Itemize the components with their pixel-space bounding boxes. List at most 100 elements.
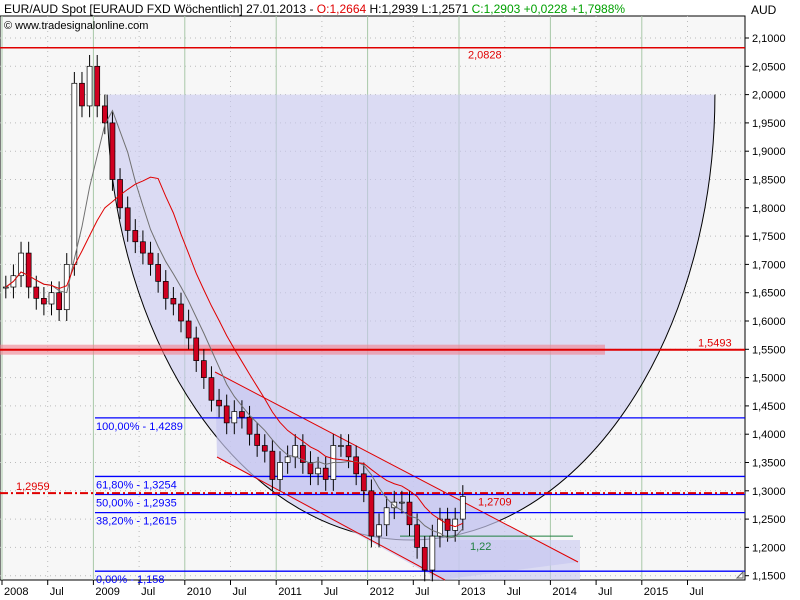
candle: [208, 377, 215, 401]
candle: [307, 462, 314, 475]
candle: [360, 473, 367, 492]
candle: [429, 535, 436, 571]
candle: [170, 298, 177, 305]
y-tick-label: 1,5000: [752, 373, 786, 385]
candle: [56, 292, 62, 311]
candle: [452, 518, 459, 531]
candle: [193, 337, 200, 361]
candle: [284, 456, 291, 463]
candle: [200, 360, 207, 378]
x-tick-label: Jul: [233, 586, 247, 598]
candle: [239, 411, 245, 418]
y-tick-label: 1,3500: [752, 458, 786, 470]
candle: [48, 292, 55, 305]
x-tick-label: 2010: [187, 586, 211, 598]
y-tick-label: 1,2000: [752, 542, 786, 554]
candle: [25, 252, 32, 288]
y-tick-label: 2,0000: [752, 90, 786, 102]
candle: [315, 467, 321, 475]
candle: [33, 286, 40, 299]
candle: [71, 82, 78, 265]
candle: [399, 501, 405, 504]
fib-label: 38,20% - 1,2615: [96, 516, 177, 528]
candle: [147, 252, 154, 265]
fib-label: 50,00% - 1,2935: [96, 497, 177, 509]
x-tick-label: Jul: [324, 586, 338, 598]
high-low-values: H:1,2939 L:1,2571: [369, 2, 469, 16]
candle: [79, 82, 85, 107]
y-tick-label: 2,0500: [752, 61, 786, 73]
candle: [353, 456, 360, 475]
candle: [162, 281, 169, 299]
y-tick-label: 1,6000: [752, 316, 786, 328]
chart-header: EUR/AUD Spot [EURAUD FXD Wöchentlich] 27…: [4, 2, 625, 16]
y-tick-label: 1,7000: [752, 259, 786, 271]
level-label: 1,5493: [698, 338, 732, 350]
x-tick-label: 2012: [370, 586, 394, 598]
candle: [421, 547, 428, 571]
candle: [223, 405, 230, 424]
x-tick-label: 2011: [278, 586, 302, 598]
candle: [261, 445, 268, 452]
annotation-label: 1,2709: [478, 496, 512, 508]
candle: [269, 450, 276, 480]
level-label: 2,0828: [468, 50, 502, 62]
candle: [376, 524, 382, 537]
y-tick-label: 1,9000: [752, 146, 786, 158]
y-tick-label: 1,4000: [752, 429, 786, 441]
candle: [132, 230, 139, 243]
price-chart: 2,1000 2,0500 2,0000 1,9500 1,9000 1,8500 1,80…: [0, 3, 786, 598]
close-change-value: C:1,2903 +0,0228 +1,7988%: [471, 2, 626, 16]
candle: [178, 303, 184, 322]
y-tick-label: 1,4500: [752, 401, 786, 413]
x-tick-label: Jul: [415, 586, 429, 598]
y-tick-label: 1,5500: [752, 344, 786, 356]
candle: [185, 320, 192, 339]
x-tick-label: Jul: [690, 586, 704, 598]
candle: [2, 286, 9, 289]
candle: [322, 467, 329, 480]
candle: [246, 416, 253, 435]
candle: [41, 298, 47, 305]
x-tick-label: Jul: [141, 586, 155, 598]
y-tick-label: 1,9500: [752, 118, 786, 130]
y-tick-label: 1,7500: [752, 231, 786, 243]
level-label: 1,2959: [16, 481, 50, 493]
candle: [231, 411, 238, 424]
x-tick-label: 2009: [95, 586, 119, 598]
candle: [109, 122, 116, 180]
candle: [345, 445, 352, 458]
candle: [155, 264, 161, 282]
symbol-info: EUR/AUD Spot [EURAUD FXD Wöchentlich] 27…: [4, 2, 314, 16]
fib-label: 61,80% - 1,3254: [96, 479, 177, 491]
fib-label: 100,00% - 1,4289: [96, 421, 183, 433]
candle: [459, 496, 466, 520]
candle: [86, 65, 93, 107]
candle: [338, 445, 344, 447]
y-tick-label: 1,3000: [752, 486, 786, 498]
y-tick-label: 1,6500: [752, 288, 786, 300]
candle: [383, 507, 390, 526]
x-tick-label: Jul: [598, 586, 612, 598]
y-tick-label: 1,8500: [752, 175, 786, 187]
y-tick-label: 1,1500: [752, 571, 786, 583]
x-tick-label: 2014: [552, 586, 576, 598]
candle: [414, 524, 420, 548]
y-tick-label: 1,2500: [752, 514, 786, 526]
candle: [101, 105, 108, 124]
y-tick-label: 1,8000: [752, 203, 786, 215]
y-axis-label: AUD: [751, 3, 777, 17]
candle: [406, 501, 413, 526]
x-tick-label: Jul: [507, 586, 521, 598]
candle: [292, 445, 299, 458]
candle: [216, 399, 222, 407]
y-tick-label: 2,1000: [752, 33, 786, 45]
fib-label: 0,00% - 1,158: [96, 574, 165, 586]
candle: [254, 433, 261, 446]
candle: [277, 462, 283, 480]
x-tick-label: 2013: [461, 586, 485, 598]
candle: [94, 65, 101, 107]
candle: [140, 241, 146, 254]
x-tick-label: Jul: [50, 586, 64, 598]
x-tick-label: 2008: [4, 586, 28, 598]
